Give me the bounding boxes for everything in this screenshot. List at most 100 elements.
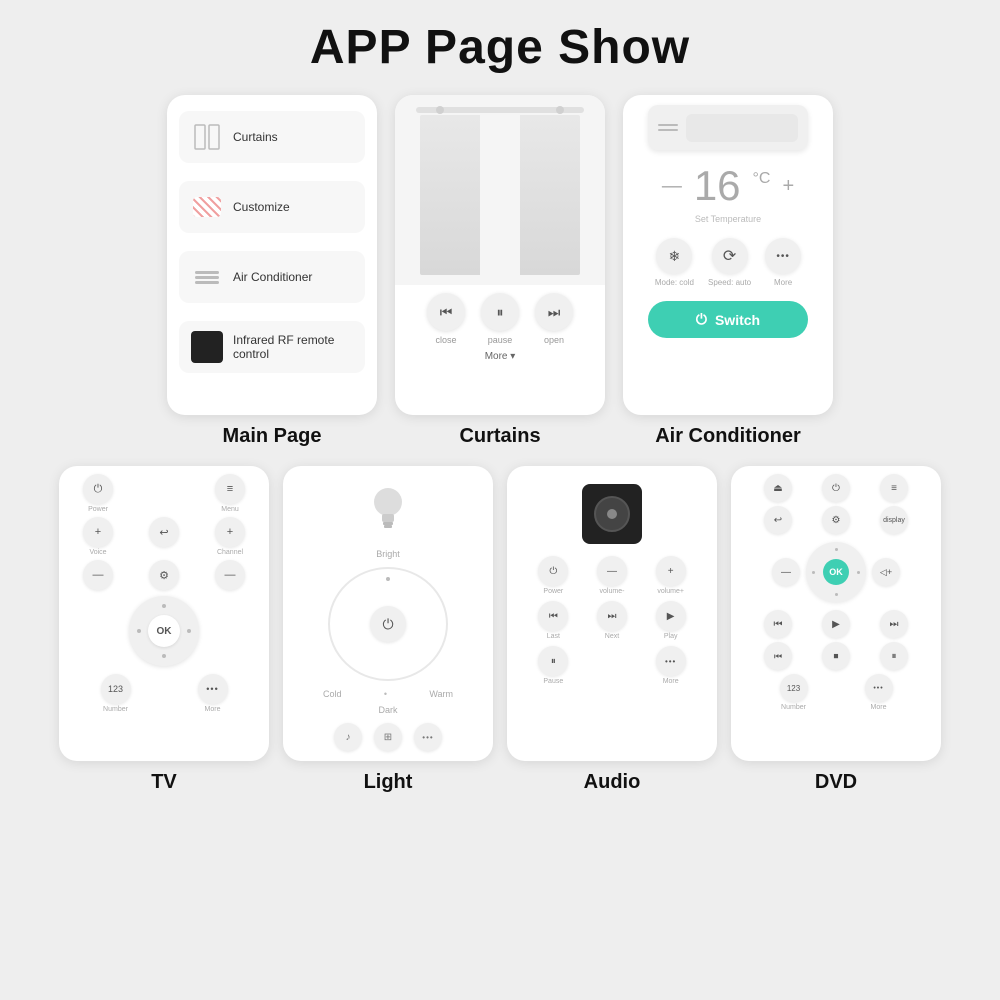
cold-label: Cold (323, 689, 342, 699)
light-power-btn[interactable]: ⏻ (370, 606, 406, 642)
tv-ok-button[interactable]: OK (148, 615, 180, 647)
power-icon[interactable]: ⏻ (822, 474, 850, 502)
page-title: APP Page Show (310, 20, 690, 75)
power-icon[interactable]: ⏻ (538, 556, 568, 586)
menu-item-curtains[interactable]: Curtains (179, 111, 365, 163)
menu-icon[interactable]: ≡ (215, 474, 245, 504)
dvd-vol-icon[interactable]: ◁+ (872, 558, 900, 586)
dvd-display-btn[interactable]: display (867, 506, 921, 534)
tv-ch-minus-btn[interactable]: — (199, 560, 261, 592)
dvd-ok-ring[interactable]: OK (806, 542, 866, 602)
audio-play-btn[interactable]: ▶ Play (644, 601, 697, 640)
tv-ch-plus-btn[interactable]: + Channel (199, 517, 261, 556)
ac-more[interactable]: ••• More (765, 238, 801, 287)
power-icon[interactable]: ⏻ (83, 474, 113, 504)
vol-minus-icon[interactable]: — (83, 560, 113, 590)
last-icon[interactable]: ⏮ (538, 601, 568, 631)
audio-vol-minus-btn[interactable]: — volume- (586, 556, 639, 595)
curtain-close-btn[interactable]: ⏮ close (427, 293, 465, 345)
ac-mode-cold-icon[interactable]: ❄ (656, 238, 692, 274)
menu-item-ac[interactable]: Air Conditioner (179, 251, 365, 303)
close-icon[interactable]: ⏮ (427, 293, 465, 331)
audio-power-btn[interactable]: ⏻ Power (527, 556, 580, 595)
ch-minus-icon[interactable]: — (215, 560, 245, 590)
dvd-ff-btn[interactable]: ⏭ (867, 610, 921, 638)
tv-menu-btn[interactable]: ≡ Menu (199, 474, 261, 513)
more-icon[interactable]: ••• (865, 674, 893, 702)
tv-more-btn[interactable]: ••• More (198, 674, 228, 713)
tv-back-btn[interactable]: ↩ (133, 517, 195, 556)
pause-icon[interactable]: ⏸ (538, 646, 568, 676)
nav-left-dot (812, 571, 815, 574)
light-scene-btn[interactable]: ♪ (334, 723, 362, 751)
dvd-ok-button[interactable]: OK (823, 559, 849, 585)
dvd-pause-btn[interactable]: ⏸ (867, 642, 921, 670)
audio-last-btn[interactable]: ⏮ Last (527, 601, 580, 640)
more-icon[interactable]: ••• (656, 646, 686, 676)
tv-number-btn[interactable]: 123 Number (101, 674, 131, 713)
back-icon[interactable]: ↩ (149, 517, 179, 547)
tv-voice-plus-btn[interactable]: + Voice (67, 517, 129, 556)
ac-speed-icon[interactable]: ⟳ (712, 238, 748, 274)
vol-plus-icon[interactable]: + (656, 556, 686, 586)
pause-icon[interactable]: ⏸ (880, 642, 908, 670)
tv-vol-minus-btn[interactable]: — (67, 560, 129, 592)
settings-icon[interactable]: ⚙ (822, 506, 850, 534)
ch-plus-icon[interactable]: + (215, 517, 245, 547)
audio-more-btn[interactable]: ••• More (644, 646, 697, 685)
curtain-pause-btn[interactable]: ⏸ pause (481, 293, 519, 345)
fastforward-icon[interactable]: ⏭ (880, 610, 908, 638)
dvd-menu-btn[interactable]: ≡ (867, 474, 921, 502)
dvd-stop-btn[interactable]: ⏹ (809, 642, 863, 670)
dvd-number-btn[interactable]: 123 Number (780, 674, 808, 711)
tv-power-btn[interactable]: ⏻ Power (67, 474, 129, 513)
dvd-settings-btn[interactable]: ⚙ (809, 506, 863, 534)
dvd-rew-btn[interactable]: ⏮ (751, 610, 805, 638)
play-icon[interactable]: ▶ (822, 610, 850, 638)
menu-item-customize[interactable]: Customize (179, 181, 365, 233)
open-icon[interactable]: ⏭ (535, 293, 573, 331)
dvd-minus-btn[interactable]: — (772, 558, 800, 586)
menu-item-ir[interactable]: Infrared RF remote control (179, 321, 365, 373)
dvd-eject-btn[interactable]: ⏏ (751, 474, 805, 502)
light-ring[interactable]: ⏻ (328, 567, 448, 681)
dvd-more-btn[interactable]: ••• More (865, 674, 893, 711)
curtains-card-label: Curtains (459, 425, 540, 448)
tv-ok-ring[interactable]: OK (129, 596, 199, 666)
next-icon[interactable]: ⏭ (597, 601, 627, 631)
rewind-icon[interactable]: ⏮ (764, 610, 792, 638)
light-more-btn[interactable]: ••• (414, 723, 442, 751)
audio-pause-btn[interactable]: ⏸ Pause (527, 646, 580, 685)
ac-plus-btn[interactable]: + (782, 175, 794, 198)
ac-minus-btn[interactable]: — (662, 175, 682, 198)
dvd-prev-btn[interactable]: ⏮ (751, 642, 805, 670)
ac-mode-cold[interactable]: ❄ Mode: cold (655, 238, 694, 287)
menu-icon[interactable]: ≡ (880, 474, 908, 502)
dvd-back-btn[interactable]: ↩ (751, 506, 805, 534)
eject-icon[interactable]: ⏏ (764, 474, 792, 502)
display-icon[interactable]: display (880, 506, 908, 534)
dvd-power-btn[interactable]: ⏻ (809, 474, 863, 502)
voice-plus-icon[interactable]: + (83, 517, 113, 547)
pause-icon[interactable]: ⏸ (481, 293, 519, 331)
settings-icon[interactable]: ⚙ (149, 560, 179, 590)
prev-icon[interactable]: ⏮ (764, 642, 792, 670)
ac-more-icon[interactable]: ••• (765, 238, 801, 274)
back-icon[interactable]: ↩ (764, 506, 792, 534)
number-icon[interactable]: 123 (780, 674, 808, 702)
vol-minus-icon[interactable]: — (597, 556, 627, 586)
number-icon[interactable]: 123 (101, 674, 131, 704)
tv-settings-btn[interactable]: ⚙ (133, 560, 195, 592)
audio-vol-plus-btn[interactable]: + volume+ (644, 556, 697, 595)
ac-more-label: More (774, 278, 792, 287)
dvd-play-btn[interactable]: ▶ (809, 610, 863, 638)
more-link[interactable]: More ▾ (485, 351, 516, 362)
audio-next-btn[interactable]: ⏭ Next (586, 601, 639, 640)
ac-switch-button[interactable]: ⏻ Switch (648, 301, 808, 338)
light-timer-btn[interactable]: ⊞ (374, 723, 402, 751)
ac-mode-speed[interactable]: ⟳ Speed: auto (708, 238, 751, 287)
stop-icon[interactable]: ⏹ (822, 642, 850, 670)
play-icon[interactable]: ▶ (656, 601, 686, 631)
more-icon[interactable]: ••• (198, 674, 228, 704)
curtain-open-btn[interactable]: ⏭ open (535, 293, 573, 345)
